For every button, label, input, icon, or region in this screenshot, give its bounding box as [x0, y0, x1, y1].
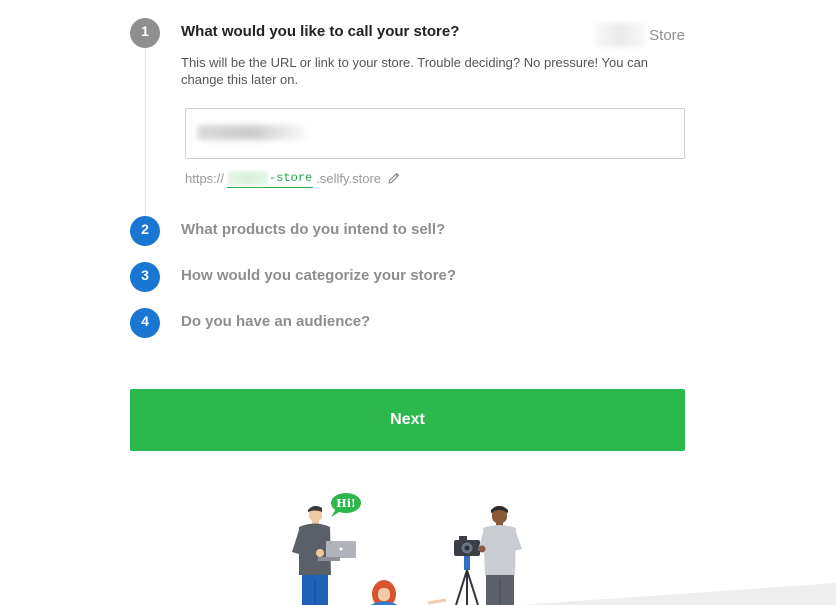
step-3-title[interactable]: How would you categorize your store? — [181, 267, 456, 284]
next-button[interactable]: Next — [130, 389, 685, 451]
url-slug-suffix: -store — [269, 170, 313, 185]
step-2-number: 2 — [141, 221, 149, 237]
standing-person-illustration — [478, 506, 522, 605]
red-haired-person-illustration — [370, 580, 447, 605]
url-slug-blurred — [228, 170, 269, 185]
store-url-preview: https:// -store .sellfy.store — [185, 168, 401, 188]
store-preview-suffix: Store — [649, 26, 685, 44]
step-1-title: What would you like to call your store? — [181, 23, 460, 40]
step-3-number: 3 — [141, 267, 149, 283]
hi-speech-bubble-text: Hi! — [336, 497, 355, 510]
person-with-laptop-illustration — [292, 505, 356, 605]
store-setup-illustration: Hi! — [292, 493, 836, 605]
url-prefix: https:// — [185, 170, 225, 186]
step-4-badge: 4 — [130, 308, 160, 338]
pencil-icon[interactable] — [387, 171, 401, 185]
url-slug[interactable]: -store — [227, 169, 314, 188]
steps-connector-line — [145, 47, 146, 222]
step-4-number: 4 — [141, 313, 149, 329]
store-name-preview: Store — [590, 22, 685, 48]
hi-speech-bubble: Hi! — [331, 493, 361, 517]
step-1-number: 1 — [141, 23, 149, 39]
step-3-badge: 3 — [130, 262, 160, 292]
step-4-title[interactable]: Do you have an audience? — [181, 313, 370, 330]
url-domain: .sellfy.store — [316, 170, 382, 186]
floor-shape — [520, 583, 836, 605]
step-1-description: This will be the URL or link to your sto… — [181, 55, 649, 87]
store-name-preview-blurred — [593, 23, 648, 47]
step-1-badge: 1 — [130, 18, 160, 48]
camera-tripod-illustration — [454, 536, 480, 605]
store-name-input[interactable] — [185, 108, 685, 159]
step-2-title[interactable]: What products do you intend to sell? — [181, 221, 445, 238]
step-2-badge: 2 — [130, 216, 160, 246]
